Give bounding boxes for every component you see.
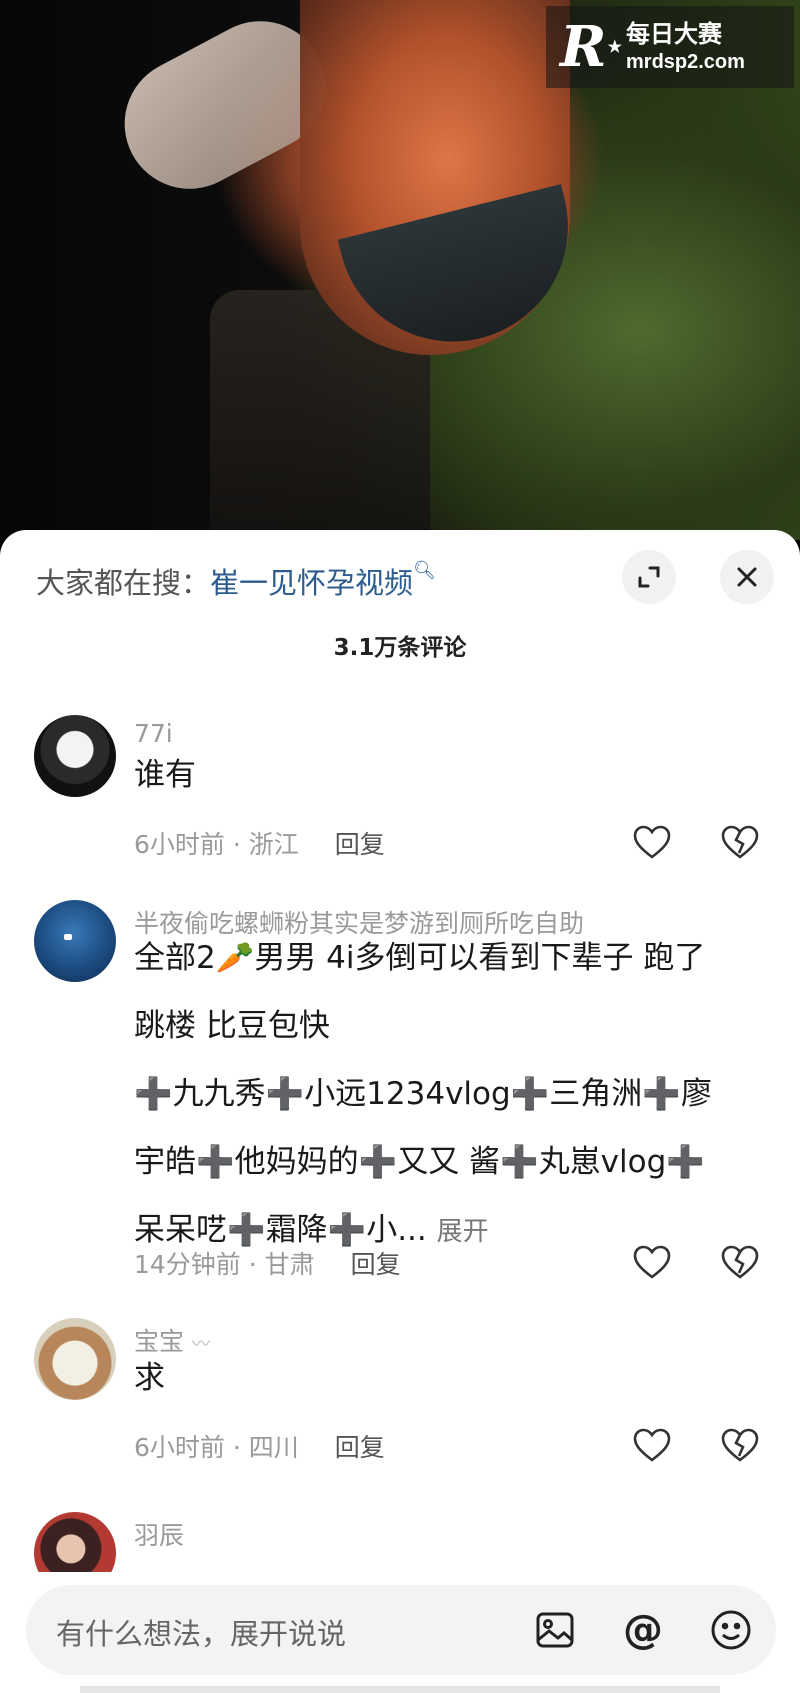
comment-sheet: 大家都在搜：崔一见怀孕视频🔍︎ 3.1万条评论 77i 谁有 6小时前 · 浙江… [0, 530, 800, 1693]
watermark: R ★ 每日大赛 mrdsp2.com [546, 6, 794, 88]
watermark-logo: R ★ [560, 18, 622, 76]
reply-button[interactable]: 回复 [351, 1250, 401, 1279]
comment-meta: 6小时前 · 四川 回复 [134, 1428, 385, 1464]
search-suggestion-prefix: 大家都在搜： [36, 568, 211, 600]
expand-button[interactable] [622, 550, 676, 604]
image-button[interactable] [530, 1605, 580, 1655]
comment-text-line: 跳楼 比豆包快 [134, 1008, 330, 1044]
comment-input-placeholder[interactable]: 有什么想法，展开说说 [56, 1611, 346, 1653]
emoji-button[interactable] [706, 1605, 756, 1655]
comment-text-truncated: 呆呆呓➕霜降➕小... [134, 1212, 427, 1248]
avatar[interactable] [34, 1318, 116, 1400]
avatar[interactable] [34, 715, 116, 797]
mention-button[interactable]: @ [618, 1605, 668, 1655]
image-icon [536, 1612, 574, 1648]
comment-text-line: ➕九九秀➕小远1234vlog➕三角洲➕廖 [134, 1076, 712, 1112]
reply-button[interactable]: 回复 [335, 1433, 385, 1462]
watermark-logo-letter: R [560, 14, 607, 80]
comment-text: 求 [134, 1360, 165, 1396]
comment-text-line: 宇皓➕他妈妈的➕又又 酱➕丸崽vlog➕ [134, 1144, 705, 1180]
close-button[interactable] [720, 550, 774, 604]
comment-input-bar[interactable]: 有什么想法，展开说说 @ [26, 1585, 776, 1675]
search-icon: 🔍︎ [413, 560, 436, 580]
heart-icon[interactable] [632, 1243, 672, 1283]
expand-text-link[interactable]: 展开 [437, 1217, 489, 1247]
star-icon: ★ [607, 37, 622, 56]
search-suggestion[interactable]: 大家都在搜：崔一见怀孕视频🔍︎ [36, 560, 436, 602]
comment-text: 谁有 [134, 757, 196, 793]
bottom-divider [80, 1686, 720, 1693]
broken-heart-icon[interactable] [720, 1426, 760, 1466]
heart-icon[interactable] [632, 823, 672, 863]
avatar[interactable] [34, 1512, 116, 1572]
comment-time-location: 6小时前 · 四川 [134, 1433, 299, 1462]
at-icon: @ [623, 1607, 663, 1653]
comment-text-line: 全部2🥕男男 4i多倒可以看到下辈子 跑了 [134, 940, 706, 976]
comment-meta: 14分钟前 · 甘肃 回复 [134, 1245, 401, 1281]
comment-time-location: 14分钟前 · 甘肃 [134, 1250, 315, 1279]
heart-icon[interactable] [632, 1426, 672, 1466]
broken-heart-icon[interactable] [720, 1243, 760, 1283]
broken-heart-icon[interactable] [720, 823, 760, 863]
watermark-brand: 每日大赛 [626, 20, 722, 48]
search-suggestion-keyword[interactable]: 崔一见怀孕视频 [210, 568, 413, 600]
avatar[interactable] [34, 900, 116, 982]
emoji-icon [711, 1610, 751, 1650]
reply-button[interactable]: 回复 [335, 830, 385, 859]
comment-time-location: 6小时前 · 浙江 [134, 830, 299, 859]
comment-username[interactable]: 羽辰 [134, 1516, 184, 1552]
watermark-url: mrdsp2.com [626, 51, 745, 73]
comment-text: 全部2🥕男男 4i多倒可以看到下辈子 跑了 跳楼 比豆包快 ➕九九秀➕小远123… [134, 924, 754, 1266]
comment-count: 3.1万条评论 [333, 635, 467, 661]
comment-meta: 6小时前 · 浙江 回复 [134, 825, 385, 861]
expand-icon [638, 566, 660, 588]
close-icon [737, 567, 757, 587]
comment-item: 羽辰 [0, 1512, 800, 1572]
